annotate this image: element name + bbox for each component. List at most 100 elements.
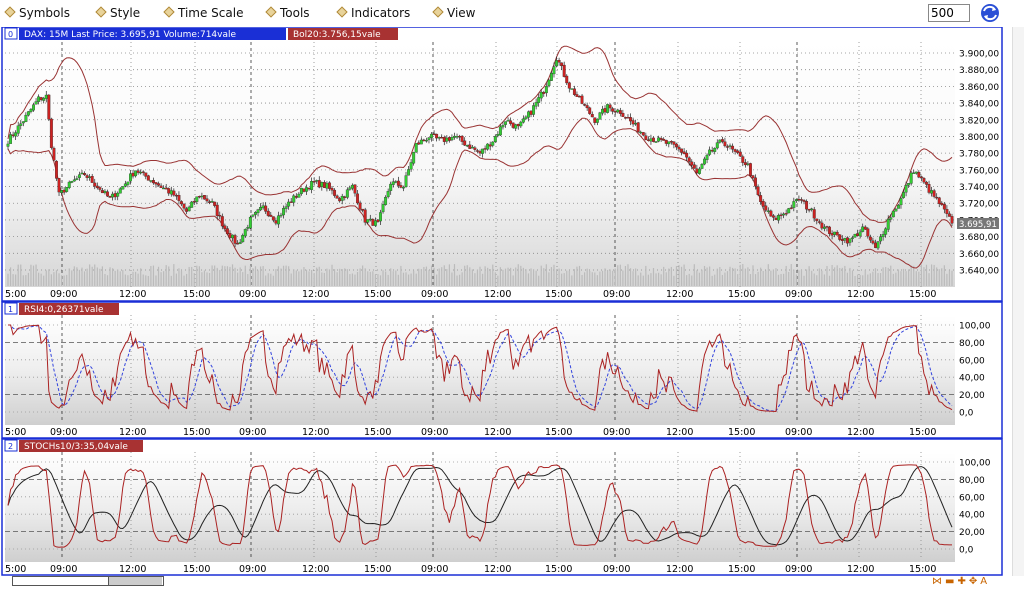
menu-view[interactable]: View (434, 6, 475, 20)
up-candle (111, 194, 114, 197)
down-candle (308, 188, 311, 189)
up-candle (900, 198, 903, 205)
up-candle (532, 106, 535, 115)
down-candle (759, 195, 762, 201)
panel-index-label: 2 (8, 442, 13, 451)
down-candle (846, 238, 849, 244)
down-candle (423, 140, 426, 141)
chart-area[interactable]: 3.900,003.880,003.860,003.840,003.820,00… (0, 27, 1012, 576)
up-candle (239, 242, 242, 243)
x-tick-label: 09:00 (50, 289, 77, 300)
fit-icon[interactable]: ⋈ (932, 576, 942, 587)
up-candle (833, 232, 836, 235)
panel-index-label: 0 (8, 30, 13, 39)
down-candle (336, 196, 339, 199)
up-candle (606, 104, 609, 112)
up-candle (60, 190, 63, 192)
refresh-icon[interactable] (978, 2, 1002, 24)
up-candle (420, 140, 423, 144)
x-tick-label: 12:00 (666, 564, 693, 575)
down-candle (216, 205, 219, 216)
price-y-tick: 3.720,00 (959, 200, 999, 210)
down-candle (356, 194, 359, 203)
price-y-tick: 3.680,00 (959, 233, 999, 243)
last-price-tag: 3.695,91 (959, 220, 997, 230)
up-candle (17, 126, 20, 134)
down-candle (813, 209, 816, 218)
menu-time-scale[interactable]: Time Scale (165, 6, 243, 20)
zoom-out-icon[interactable]: ▬ (945, 576, 954, 587)
indicator-y-tick: 60,00 (959, 493, 985, 503)
down-candle (397, 181, 400, 186)
down-candle (157, 183, 160, 185)
up-candle (466, 145, 469, 146)
down-candle (757, 187, 760, 195)
down-candle (558, 60, 561, 62)
down-candle (290, 202, 293, 203)
down-candle (229, 233, 232, 237)
up-candle (910, 173, 913, 183)
down-candle (142, 172, 145, 173)
down-candle (563, 65, 566, 77)
up-candle (844, 238, 847, 240)
down-candle (93, 183, 96, 186)
down-candle (826, 226, 829, 227)
down-candle (629, 117, 632, 121)
price-plot-bg (5, 42, 955, 287)
menu-style[interactable]: Style (97, 6, 140, 20)
up-candle (326, 183, 329, 188)
down-candle (770, 211, 773, 216)
up-candle (859, 232, 862, 236)
vertical-scrollbar[interactable] (1012, 27, 1024, 576)
x-tick-label: 12:00 (484, 289, 511, 300)
auto-icon[interactable]: A (980, 576, 987, 587)
menu-indicators[interactable]: Indicators (338, 6, 410, 20)
x-tick-label: 15:00 (183, 427, 210, 438)
up-candle (389, 184, 392, 191)
down-candle (313, 181, 316, 182)
horizontal-scrollbar[interactable] (12, 576, 164, 586)
up-candle (196, 197, 199, 202)
up-candle (162, 188, 165, 189)
down-candle (48, 95, 51, 119)
up-candle (892, 211, 895, 217)
x-tick-label: 12:00 (484, 427, 511, 438)
up-candle (150, 180, 153, 181)
down-candle (800, 199, 803, 200)
indicator-y-tick: 20,00 (959, 528, 985, 538)
up-candle (70, 181, 73, 182)
down-candle (609, 105, 612, 108)
down-candle (744, 162, 747, 164)
up-candle (527, 112, 530, 118)
x-tick-label: 09:00 (603, 427, 630, 438)
zoom-in-icon[interactable]: ✚ (957, 576, 965, 587)
down-candle (180, 201, 183, 204)
menu-style-label: Style (110, 6, 140, 20)
scroll-thumb[interactable] (108, 577, 162, 585)
down-candle (328, 183, 331, 189)
x-tick-label: 12:00 (302, 289, 329, 300)
menu-symbols[interactable]: Symbols (6, 6, 70, 20)
up-candle (346, 190, 349, 198)
x-tick-label: 09:00 (50, 564, 77, 575)
up-candle (201, 196, 204, 197)
up-candle (713, 148, 716, 152)
menu-tools[interactable]: Tools (267, 6, 310, 20)
x-tick-label: 12:00 (119, 564, 146, 575)
down-candle (642, 132, 645, 135)
price-y-tick: 3.820,00 (959, 116, 999, 126)
up-candle (249, 217, 252, 228)
bar-count-input[interactable] (928, 4, 970, 22)
x-tick-label: 09:00 (239, 289, 266, 300)
up-candle (540, 92, 543, 98)
down-candle (688, 158, 691, 162)
price-panel: 3.900,003.880,003.860,003.840,003.820,00… (2, 27, 1002, 301)
x-tick-label: 09:00 (603, 564, 630, 575)
down-candle (267, 211, 270, 216)
down-candle (711, 150, 714, 151)
indicator-y-tick: 100,00 (959, 322, 991, 332)
menu-indicators-label: Indicators (351, 6, 410, 20)
pan-icon[interactable]: ✥ (969, 576, 977, 587)
down-candle (167, 188, 170, 193)
up-candle (14, 133, 17, 137)
